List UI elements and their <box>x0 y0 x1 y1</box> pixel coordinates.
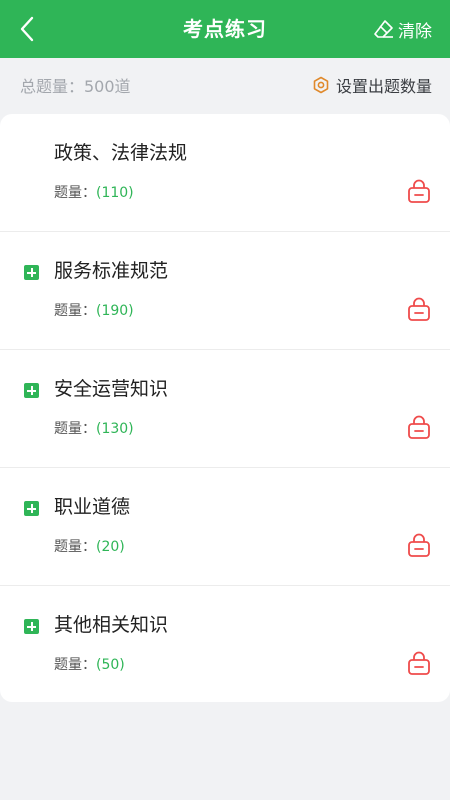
back-button[interactable] <box>10 12 44 46</box>
list-item[interactable]: 政策、法律法规 题量：(110) <box>0 114 450 232</box>
lock-icon[interactable] <box>406 650 432 676</box>
lock-icon[interactable] <box>406 414 432 440</box>
category-list: 政策、法律法规 题量：(110) 服务标准规范 题量：(190) 安全运营知识 … <box>0 114 450 702</box>
category-title: 服务标准规范 <box>54 260 169 282</box>
plus-square-icon[interactable] <box>24 501 39 516</box>
set-question-count-button[interactable]: 设置出题数量 <box>312 73 432 97</box>
count-label: 题量： <box>54 185 96 201</box>
category-title: 其他相关知识 <box>54 614 169 636</box>
count-value: (50) <box>96 657 125 673</box>
count-label: 题量： <box>54 657 96 673</box>
list-item[interactable]: 职业道德 题量：(20) <box>0 468 450 586</box>
question-count: 题量：(50) <box>54 654 125 674</box>
plus-square-icon[interactable] <box>24 619 39 634</box>
clear-button[interactable]: 清除 <box>374 14 432 44</box>
question-count: 题量：(130) <box>54 418 134 438</box>
list-item[interactable]: 服务标准规范 题量：(190) <box>0 232 450 350</box>
category-title: 安全运营知识 <box>54 378 169 400</box>
lock-icon[interactable] <box>406 178 432 204</box>
count-value: (110) <box>96 185 134 201</box>
eraser-icon <box>374 20 393 38</box>
list-item[interactable]: 其他相关知识 题量：(50) <box>0 586 450 702</box>
category-title: 政策、法律法规 <box>54 142 188 164</box>
count-label: 题量： <box>54 303 96 319</box>
settings-label: 设置出题数量 <box>335 77 432 96</box>
back-arrow-icon <box>20 16 34 42</box>
question-count: 题量：(190) <box>54 300 134 320</box>
app-header: 考点练习 清除 <box>0 0 450 58</box>
count-label: 题量： <box>54 539 96 555</box>
plus-square-icon[interactable] <box>24 383 39 398</box>
lock-icon[interactable] <box>406 532 432 558</box>
plus-square-icon[interactable] <box>24 265 39 280</box>
count-value: (130) <box>96 421 134 437</box>
question-count: 题量：(20) <box>54 536 125 556</box>
count-value: (190) <box>96 303 134 319</box>
total-question-count: 总题量：500道 <box>20 77 131 96</box>
list-item[interactable]: 安全运营知识 题量：(130) <box>0 350 450 468</box>
category-title: 职业道德 <box>54 496 131 518</box>
clear-label: 清除 <box>398 21 432 42</box>
count-label: 题量： <box>54 421 96 437</box>
question-count: 题量：(110) <box>54 182 134 202</box>
summary-bar: 总题量：500道 设置出题数量 <box>0 58 450 112</box>
count-value: (20) <box>96 539 125 555</box>
gear-icon <box>313 76 329 94</box>
lock-icon[interactable] <box>406 296 432 322</box>
